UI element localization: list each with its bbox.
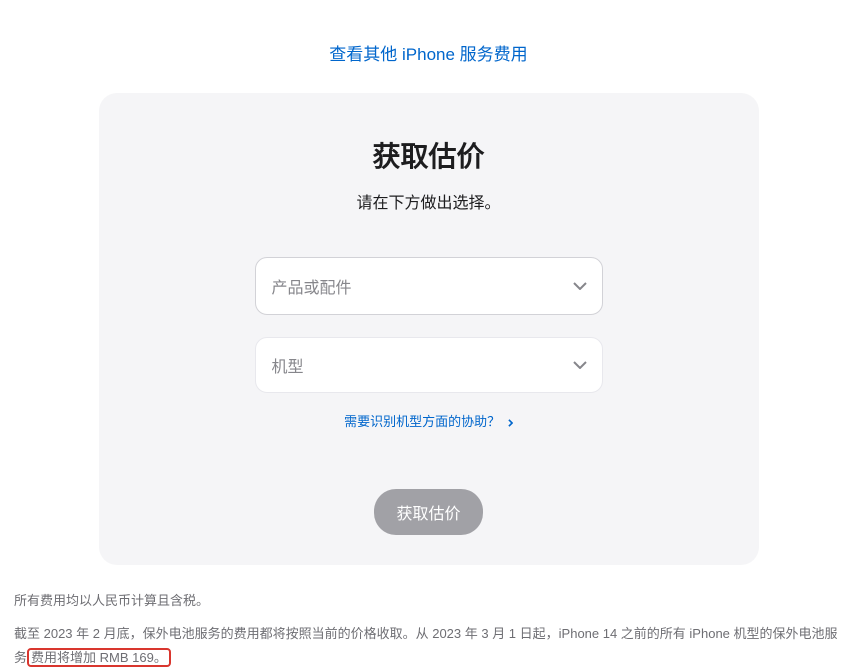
get-estimate-button[interactable]: 获取估价 <box>374 489 482 535</box>
card-subtitle: 请在下方做出选择。 <box>139 189 719 213</box>
product-select[interactable]: 产品或配件 <box>255 257 603 315</box>
estimate-card: 获取估价 请在下方做出选择。 产品或配件 机型 需要识别机型方面的协助？ 获取估… <box>99 93 759 565</box>
card-title: 获取估价 <box>139 135 719 175</box>
identify-model-help-link[interactable]: 需要识别机型方面的协助？ <box>344 414 513 429</box>
other-services-link[interactable]: 查看其他 iPhone 服务费用 <box>329 45 527 64</box>
model-select[interactable]: 机型 <box>255 337 603 393</box>
footer-notes: 所有费用均以人民币计算且含税。 截至 2023 年 2 月底，保外电池服务的费用… <box>0 565 857 669</box>
chevron-right-icon <box>508 415 513 430</box>
price-increase-highlight: 费用将增加 RMB 169。 <box>27 648 171 667</box>
footer-note-price-change: 截至 2023 年 2 月底，保外电池服务的费用都将按照当前的价格收取。从 20… <box>14 622 843 669</box>
footer-note-tax: 所有费用均以人民币计算且含税。 <box>14 589 843 612</box>
help-link-text: 需要识别机型方面的协助？ <box>344 414 500 429</box>
